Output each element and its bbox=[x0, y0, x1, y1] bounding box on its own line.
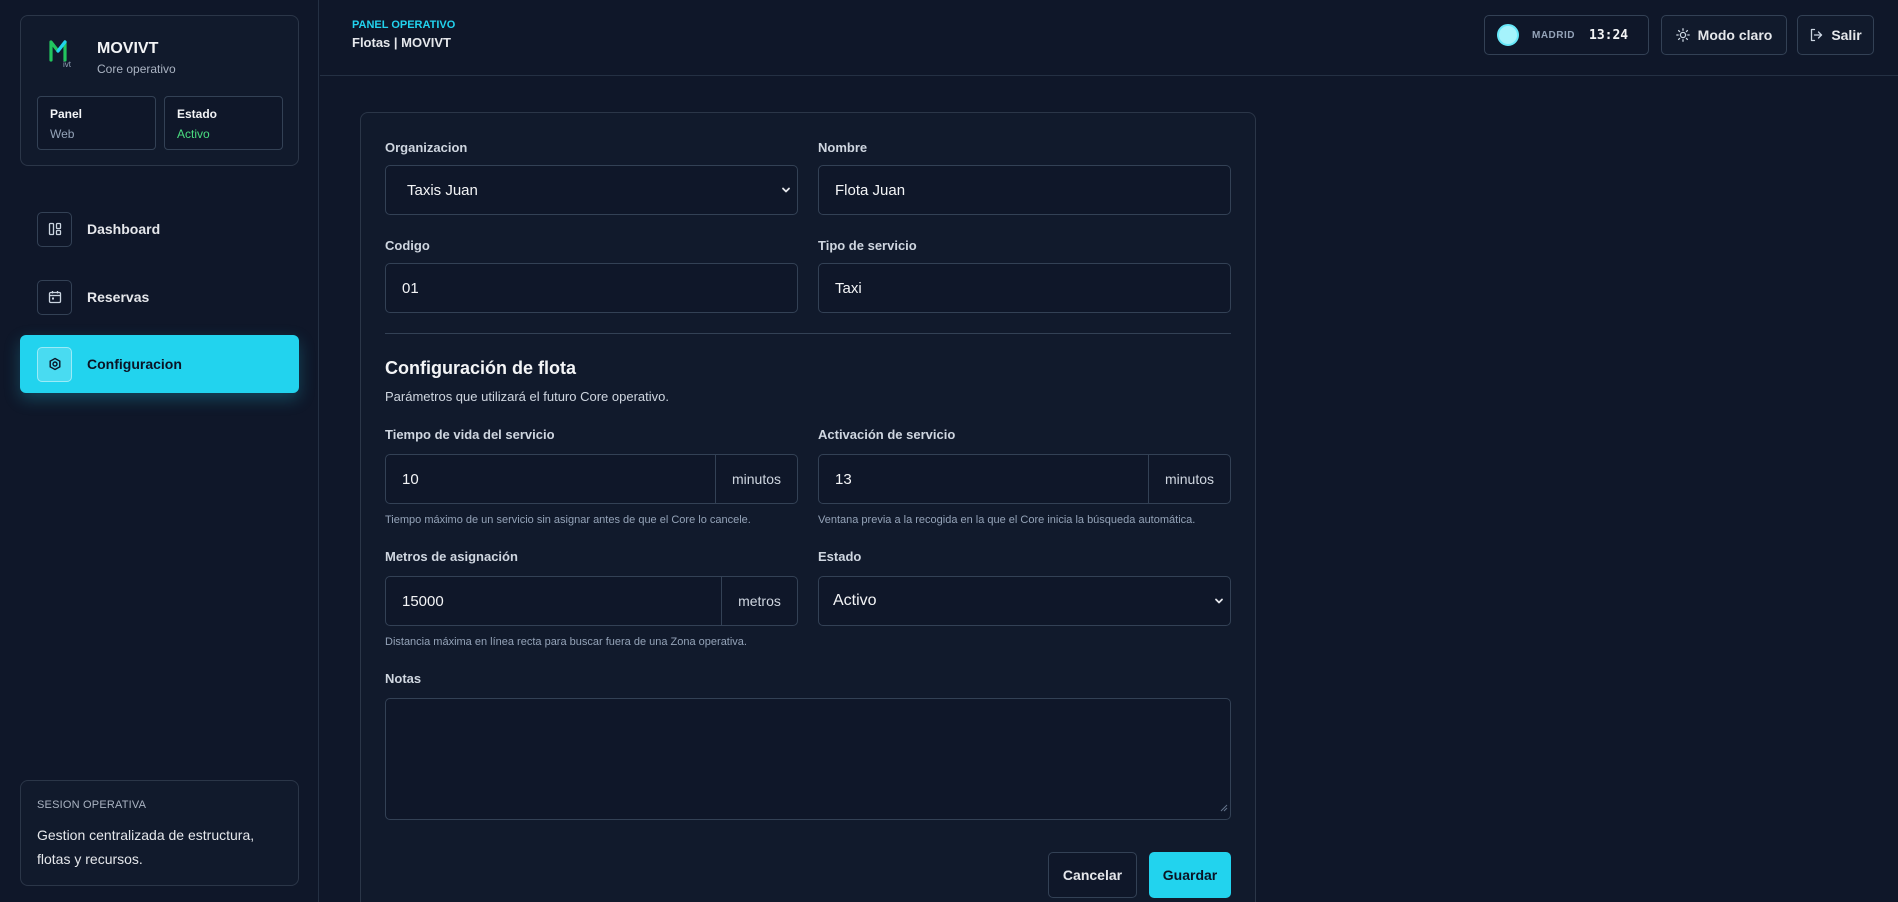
logout-button[interactable]: Salir bbox=[1797, 15, 1874, 55]
panel-card-value: Web bbox=[50, 127, 75, 141]
calendar-icon bbox=[37, 279, 72, 315]
session-card: SESION OPERATIVA Gestion centralizada de… bbox=[20, 780, 299, 886]
tipo-servicio-label: Tipo de servicio bbox=[818, 238, 917, 253]
metros-label: Metros de asignación bbox=[385, 549, 518, 564]
estado-card-value: Activo bbox=[177, 127, 210, 141]
estado-value: Activo bbox=[833, 592, 877, 609]
clock-time: 13:24 bbox=[1589, 27, 1629, 43]
session-title: SESION OPERATIVA bbox=[37, 799, 147, 811]
nombre-input[interactable]: Flota Juan bbox=[818, 165, 1231, 215]
globe-icon bbox=[1497, 24, 1519, 46]
codigo-label: Codigo bbox=[385, 238, 430, 253]
section-divider bbox=[385, 333, 1231, 334]
tiempo-vida-input-group: 10 minutos bbox=[385, 454, 798, 504]
panel-status-card: Panel Web bbox=[37, 96, 156, 150]
sidebar-item-dashboard[interactable]: Dashboard bbox=[20, 200, 299, 258]
notas-label: Notas bbox=[385, 671, 422, 686]
brand-subtitle: Core operativo bbox=[97, 62, 176, 76]
estado-select[interactable]: Activo bbox=[818, 576, 1231, 626]
tiempo-vida-label: Tiempo de vida del servicio bbox=[385, 427, 555, 442]
chevron-down-icon bbox=[1213, 595, 1225, 607]
sun-icon bbox=[1675, 28, 1690, 42]
codigo-input[interactable]: 01 bbox=[385, 263, 798, 313]
movivt-logo-icon: ivt bbox=[47, 36, 79, 69]
activacion-hint: Ventana previa a la recogida en la que e… bbox=[818, 514, 1196, 526]
tiempo-vida-hint: Tiempo máximo de un servicio sin asignar… bbox=[385, 514, 751, 526]
chevron-down-icon bbox=[780, 184, 792, 196]
activacion-input-group: 13 minutos bbox=[818, 454, 1231, 504]
section-title: Configuración de flota bbox=[385, 358, 576, 378]
fleet-form-card: Organizacion Taxis Juan Nombre Flota Jua… bbox=[360, 112, 1256, 902]
organizacion-select[interactable]: Taxis Juan bbox=[385, 165, 798, 215]
activacion-label: Activación de servicio bbox=[818, 427, 956, 442]
metros-hint: Distancia máxima en línea recta para bus… bbox=[385, 636, 747, 648]
logo-text: ivt bbox=[63, 60, 72, 68]
nombre-label: Nombre bbox=[818, 140, 868, 155]
session-description: Gestion centralizada de estructura, flot… bbox=[37, 827, 255, 867]
organizacion-label: Organizacion bbox=[385, 140, 468, 155]
sidebar-item-reservas[interactable]: Reservas bbox=[20, 268, 299, 326]
sidebar: ivt MOVIVT Core operativo Panel Web Esta… bbox=[0, 0, 319, 902]
metros-unit: metros bbox=[721, 577, 797, 625]
page-title: Flotas | MOVIVT bbox=[352, 35, 451, 50]
dashboard-icon bbox=[37, 211, 72, 247]
notas-textarea[interactable] bbox=[385, 698, 1231, 820]
tipo-servicio-value: Taxi bbox=[835, 279, 862, 297]
sidebar-item-label: Configuracion bbox=[87, 356, 182, 372]
app-root: ivt MOVIVT Core operativo Panel Web Esta… bbox=[0, 0, 1898, 902]
organizacion-value: Taxis Juan bbox=[407, 181, 478, 199]
brand-card: ivt MOVIVT Core operativo Panel Web Esta… bbox=[20, 15, 299, 166]
panel-card-title: Panel bbox=[50, 107, 83, 121]
clock-widget: MADRID 13:24 bbox=[1484, 15, 1649, 55]
sidebar-item-label: Reservas bbox=[87, 289, 150, 305]
sidebar-item-configuracion[interactable]: Configuracion bbox=[20, 335, 299, 393]
logout-label: Salir bbox=[1831, 27, 1862, 43]
header-eyebrow: PANEL OPERATIVO bbox=[352, 19, 456, 31]
section-subtitle: Parámetros que utilizará el futuro Core … bbox=[385, 389, 669, 404]
top-header: PANEL OPERATIVO Flotas | MOVIVT MADRID 1… bbox=[320, 0, 1898, 76]
tiempo-vida-unit: minutos bbox=[715, 455, 797, 503]
tipo-servicio-input[interactable]: Taxi bbox=[818, 263, 1231, 313]
resize-handle-icon[interactable] bbox=[1220, 799, 1228, 817]
codigo-value: 01 bbox=[402, 279, 419, 297]
settings-icon bbox=[37, 346, 72, 382]
sidebar-item-label: Dashboard bbox=[87, 221, 161, 237]
cancel-button[interactable]: Cancelar bbox=[1048, 852, 1137, 898]
save-button[interactable]: Guardar bbox=[1149, 852, 1231, 898]
estado-card-title: Estado bbox=[177, 107, 218, 121]
activacion-unit: minutos bbox=[1148, 455, 1230, 503]
theme-toggle-button[interactable]: Modo claro bbox=[1661, 15, 1787, 55]
metros-input-group: 15000 metros bbox=[385, 576, 798, 626]
estado-status-card: Estado Activo bbox=[164, 96, 283, 150]
metros-input[interactable]: 15000 bbox=[386, 593, 721, 610]
tiempo-vida-input[interactable]: 10 bbox=[386, 471, 715, 488]
estado-label: Estado bbox=[818, 549, 862, 564]
theme-toggle-label: Modo claro bbox=[1697, 27, 1773, 43]
logout-icon bbox=[1809, 28, 1823, 42]
nombre-value: Flota Juan bbox=[835, 181, 906, 199]
clock-city: MADRID bbox=[1532, 29, 1575, 41]
activacion-input[interactable]: 13 bbox=[819, 471, 1148, 488]
brand-name: MOVIVT bbox=[97, 40, 159, 57]
